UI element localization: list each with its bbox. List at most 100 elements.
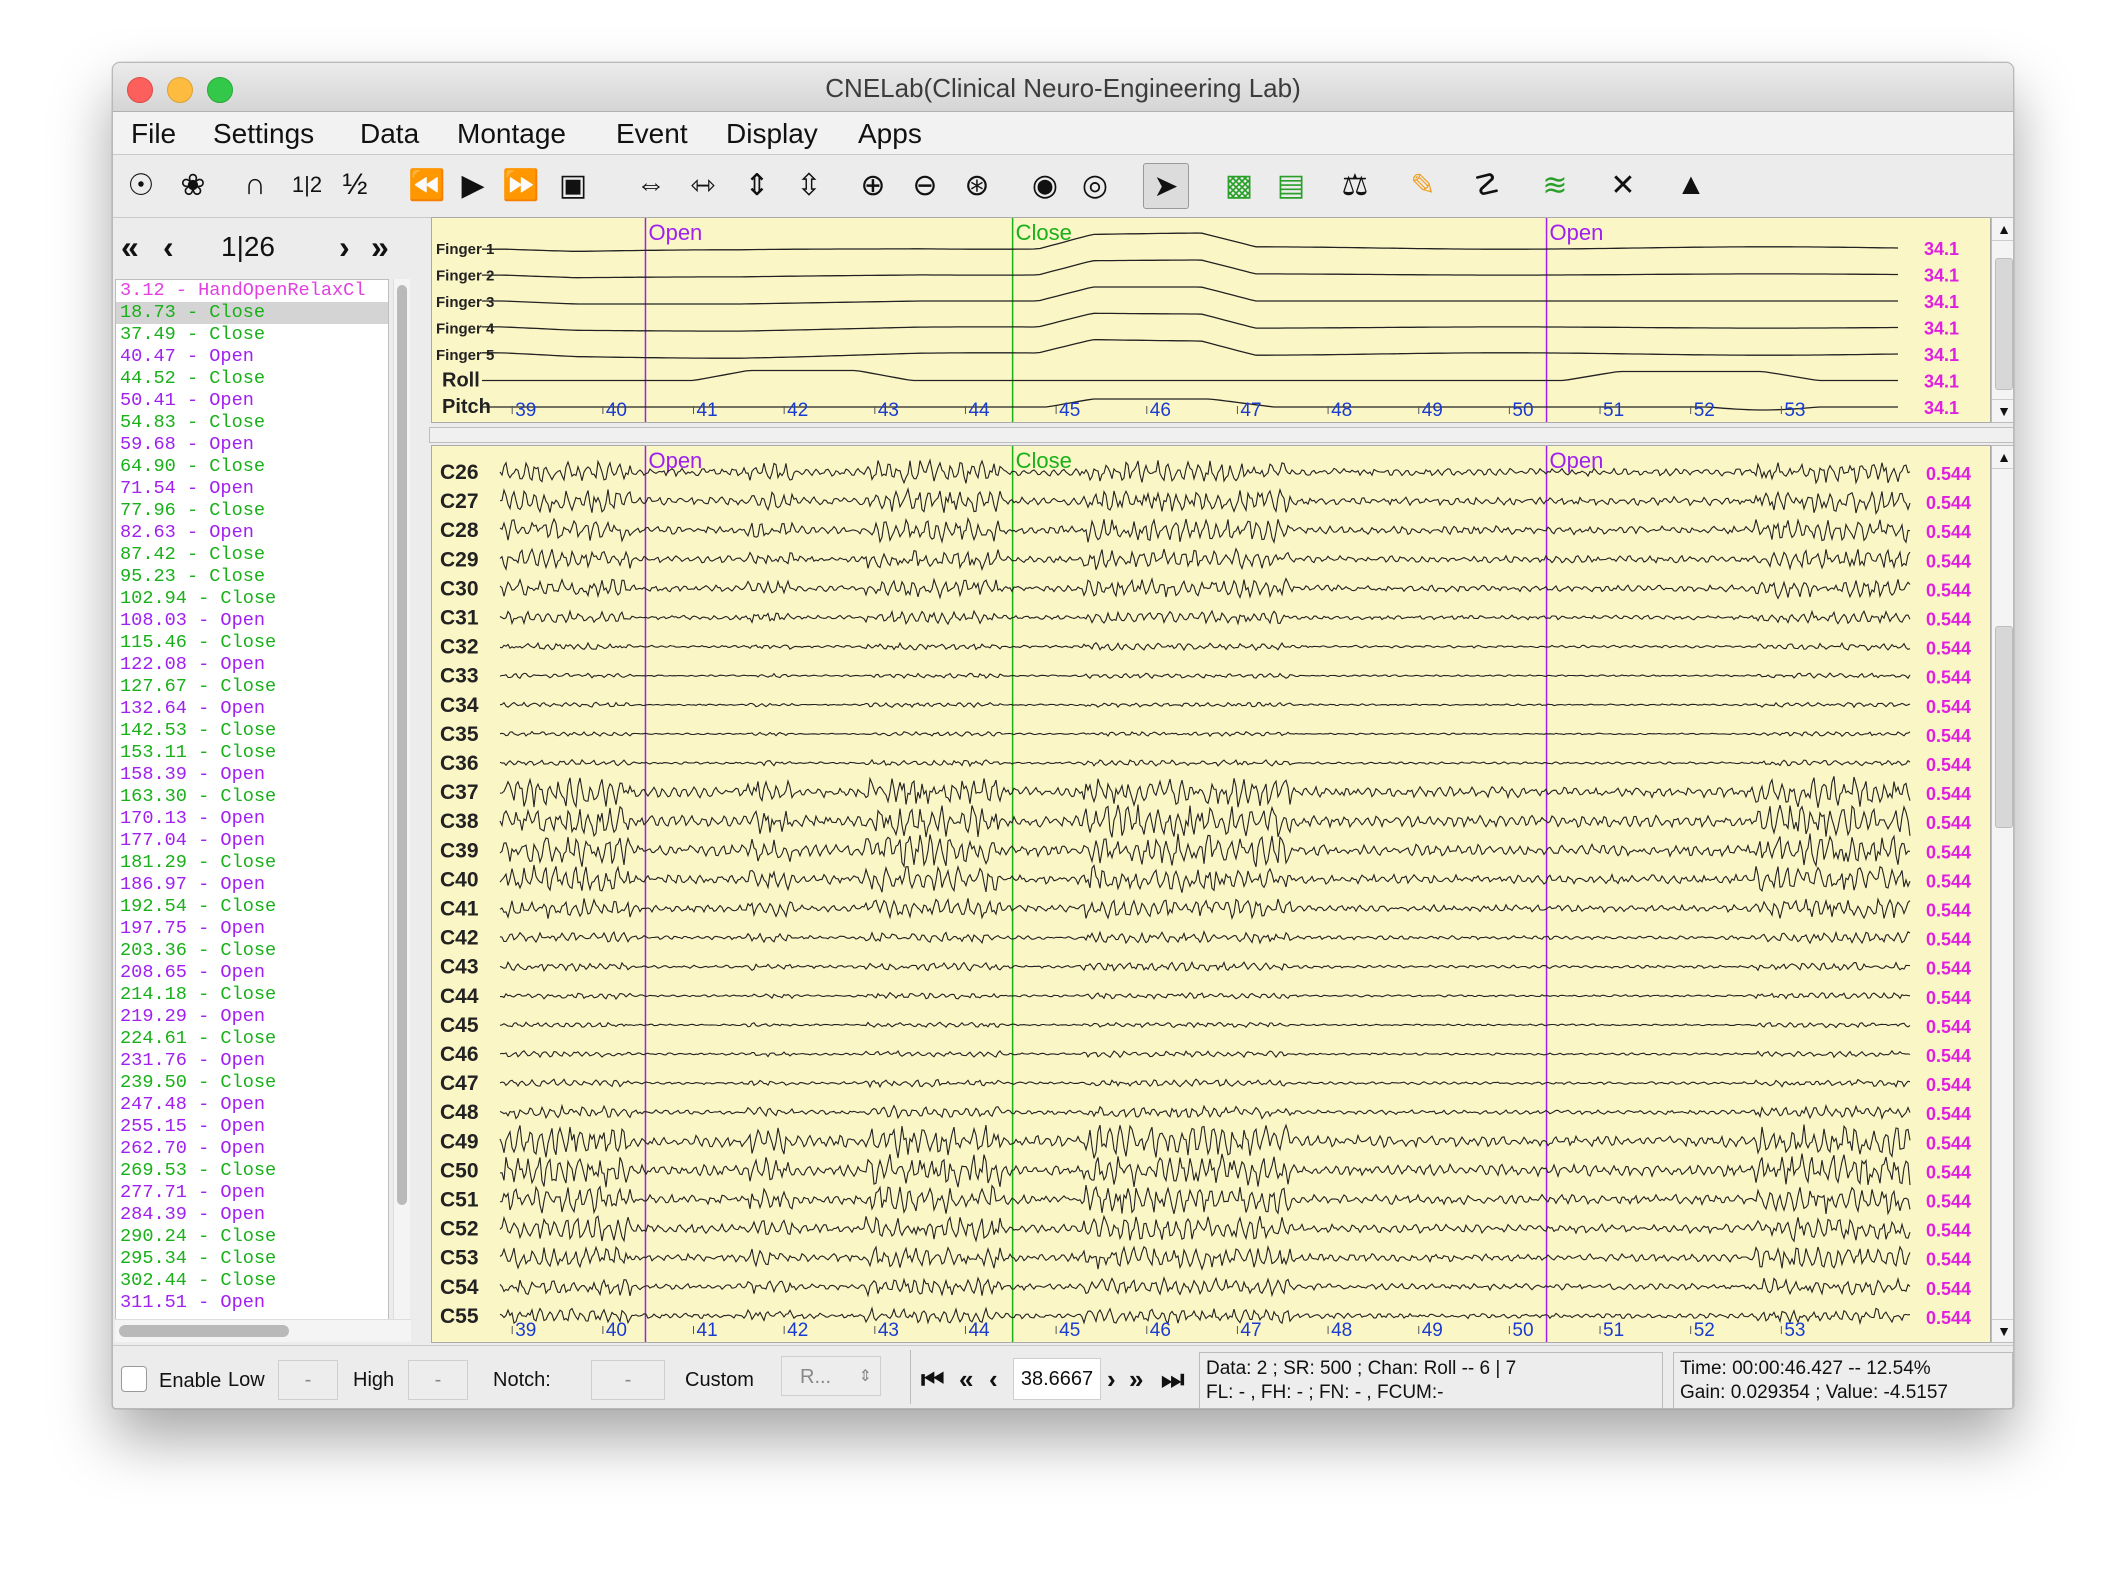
select-region-icon[interactable]: ▩ [1217,163,1261,207]
event-list-item[interactable]: 127.67 - Close [116,676,388,698]
event-list-item[interactable]: 231.76 - Open [116,1050,388,1072]
amp-expand-icon[interactable]: ⇕ [735,163,779,207]
channel-label[interactable]: C41 [440,898,479,921]
event-list-item[interactable]: 54.83 - Close [116,412,388,434]
event-list-item[interactable]: 311.51 - Open [116,1292,388,1314]
channel-label[interactable]: C29 [440,548,479,571]
event-list-item[interactable]: 170.13 - Open [116,808,388,830]
electrode-grid-icon[interactable]: ❀ [171,163,215,207]
menu-display[interactable]: Display [726,118,818,150]
jump-forward-button[interactable]: » [1129,1364,1143,1395]
scroll-up-icon[interactable]: ▲ [1992,446,2013,469]
electrode-map-icon[interactable]: ☉ [119,163,163,207]
channel-label[interactable]: C37 [440,781,479,804]
next-page-button[interactable]: › [339,229,350,266]
channel-label[interactable]: C39 [440,839,479,862]
event-list-item[interactable]: 122.08 - Open [116,654,388,676]
event-list-item[interactable]: 262.70 - Open [116,1138,388,1160]
event-list-item[interactable]: 108.03 - Open [116,610,388,632]
event-list-item[interactable]: 87.42 - Close [116,544,388,566]
channel-label[interactable]: Finger 4 [436,321,495,338]
event-list-item[interactable]: 3.12 - HandOpenRelaxCl [116,280,388,302]
event-list-item[interactable]: 302.44 - Close [116,1270,388,1292]
channel-label[interactable]: C53 [440,1247,479,1270]
channel-label[interactable]: C50 [440,1159,479,1182]
event-list-item[interactable]: 163.30 - Close [116,786,388,808]
channel-label[interactable]: Roll [442,370,480,392]
channel-label[interactable]: C52 [440,1218,479,1241]
channel-label[interactable]: C44 [440,985,479,1008]
arc-icon[interactable]: ∩ [233,163,277,207]
event-list-item[interactable]: 255.15 - Open [116,1116,388,1138]
video-icon[interactable]: ▣ [551,163,595,207]
event-list-item[interactable]: 102.94 - Close [116,588,388,610]
event-list-item[interactable]: 290.24 - Close [116,1226,388,1248]
step-back-button[interactable]: ‹ [989,1364,998,1395]
channel-label[interactable]: C36 [440,752,479,775]
menu-event[interactable]: Event [616,118,688,150]
event-list-item[interactable]: 203.36 - Close [116,940,388,962]
scroll-thumb[interactable] [119,1325,289,1337]
half-icon[interactable]: ½ [333,163,377,207]
scroll-thumb[interactable] [397,285,407,1205]
channel-label[interactable]: C45 [440,1014,479,1037]
channel-label[interactable]: C33 [440,665,479,688]
last-page-button[interactable]: » [371,229,389,266]
low-filter-input[interactable]: - [278,1360,338,1400]
event-list-item[interactable]: 64.90 - Close [116,456,388,478]
menu-settings[interactable]: Settings [213,118,314,150]
event-list-item[interactable]: 214.18 - Close [116,984,388,1006]
go-start-button[interactable]: ⏮ [921,1364,944,1396]
channel-label[interactable]: Finger 2 [436,268,494,285]
channel-label[interactable]: C28 [440,519,479,542]
event-list-item[interactable]: 247.48 - Open [116,1094,388,1116]
channel-label[interactable]: C48 [440,1101,479,1124]
enable-filter-checkbox[interactable] [121,1366,147,1392]
channel-label[interactable]: C47 [440,1072,479,1095]
step-forward-button[interactable]: › [1107,1364,1116,1395]
custom-filter-select[interactable]: R... ⇕ [781,1356,881,1396]
event-list-item[interactable]: 269.53 - Close [116,1160,388,1182]
time-expand-icon[interactable]: ⇔ [629,163,673,207]
high-filter-input[interactable]: - [408,1360,468,1400]
event-list-item[interactable]: 37.49 - Close [116,324,388,346]
antenna-icon[interactable]: ☡ [1465,163,1509,207]
select-rect-icon[interactable]: ▤ [1269,163,1313,207]
channel-label[interactable]: C42 [440,927,479,950]
zoom-auto-icon[interactable]: ⊛ [955,163,999,207]
zoom-in-icon[interactable]: ⊕ [851,163,895,207]
show-channel-icon[interactable]: ◎ [1073,163,1117,207]
event-list-item[interactable]: 158.39 - Open [116,764,388,786]
event-list-item[interactable]: 40.47 - Open [116,346,388,368]
channel-label[interactable]: C49 [440,1130,479,1153]
channel-label[interactable]: C30 [440,577,479,600]
channel-label[interactable]: C34 [440,694,479,717]
event-list-scrollbar[interactable] [393,279,410,1319]
event-list-item[interactable]: 153.11 - Close [116,742,388,764]
zoom-out-icon[interactable]: ⊖ [903,163,947,207]
tools-icon[interactable]: ✕ [1601,163,1645,207]
motion-signal-plot[interactable]: Open Close Open Finger 1 34.1 Finger 2 34.1 Fin… [431,217,1991,423]
motion-plot-scrollbar[interactable]: ▲ ▼ [1991,217,2013,423]
notch-filter-input[interactable]: - [591,1360,665,1400]
event-list-item[interactable]: 224.61 - Close [116,1028,388,1050]
eeg-plot-scrollbar[interactable]: ▲ ▼ [1991,445,2013,1343]
time-position-input[interactable]: 38.6667 [1013,1358,1101,1400]
event-list-item[interactable]: 181.29 - Close [116,852,388,874]
menu-apps[interactable]: Apps [858,118,922,150]
event-list-item[interactable]: 208.65 - Open [116,962,388,984]
channel-label[interactable]: C43 [440,956,479,979]
channel-label[interactable]: C40 [440,868,479,891]
event-list-item[interactable]: 132.64 - Open [116,698,388,720]
event-list-item[interactable]: 44.52 - Close [116,368,388,390]
channel-label[interactable]: C46 [440,1043,479,1066]
first-page-button[interactable]: « [121,229,139,266]
scroll-down-icon[interactable]: ▼ [1992,399,2013,422]
event-list-hscrollbar[interactable] [115,1319,411,1342]
jump-back-button[interactable]: « [959,1364,973,1395]
event-list-item[interactable]: 186.97 - Open [116,874,388,896]
eeg-signal-plot[interactable]: Open Close Open C26 0.544 C27 0.544 C28 0.544 C29… [431,445,1991,1343]
channel-label[interactable]: C51 [440,1189,479,1212]
time-compress-icon[interactable]: ⇿ [681,163,725,207]
hide-channel-icon[interactable]: ◉ [1023,163,1067,207]
